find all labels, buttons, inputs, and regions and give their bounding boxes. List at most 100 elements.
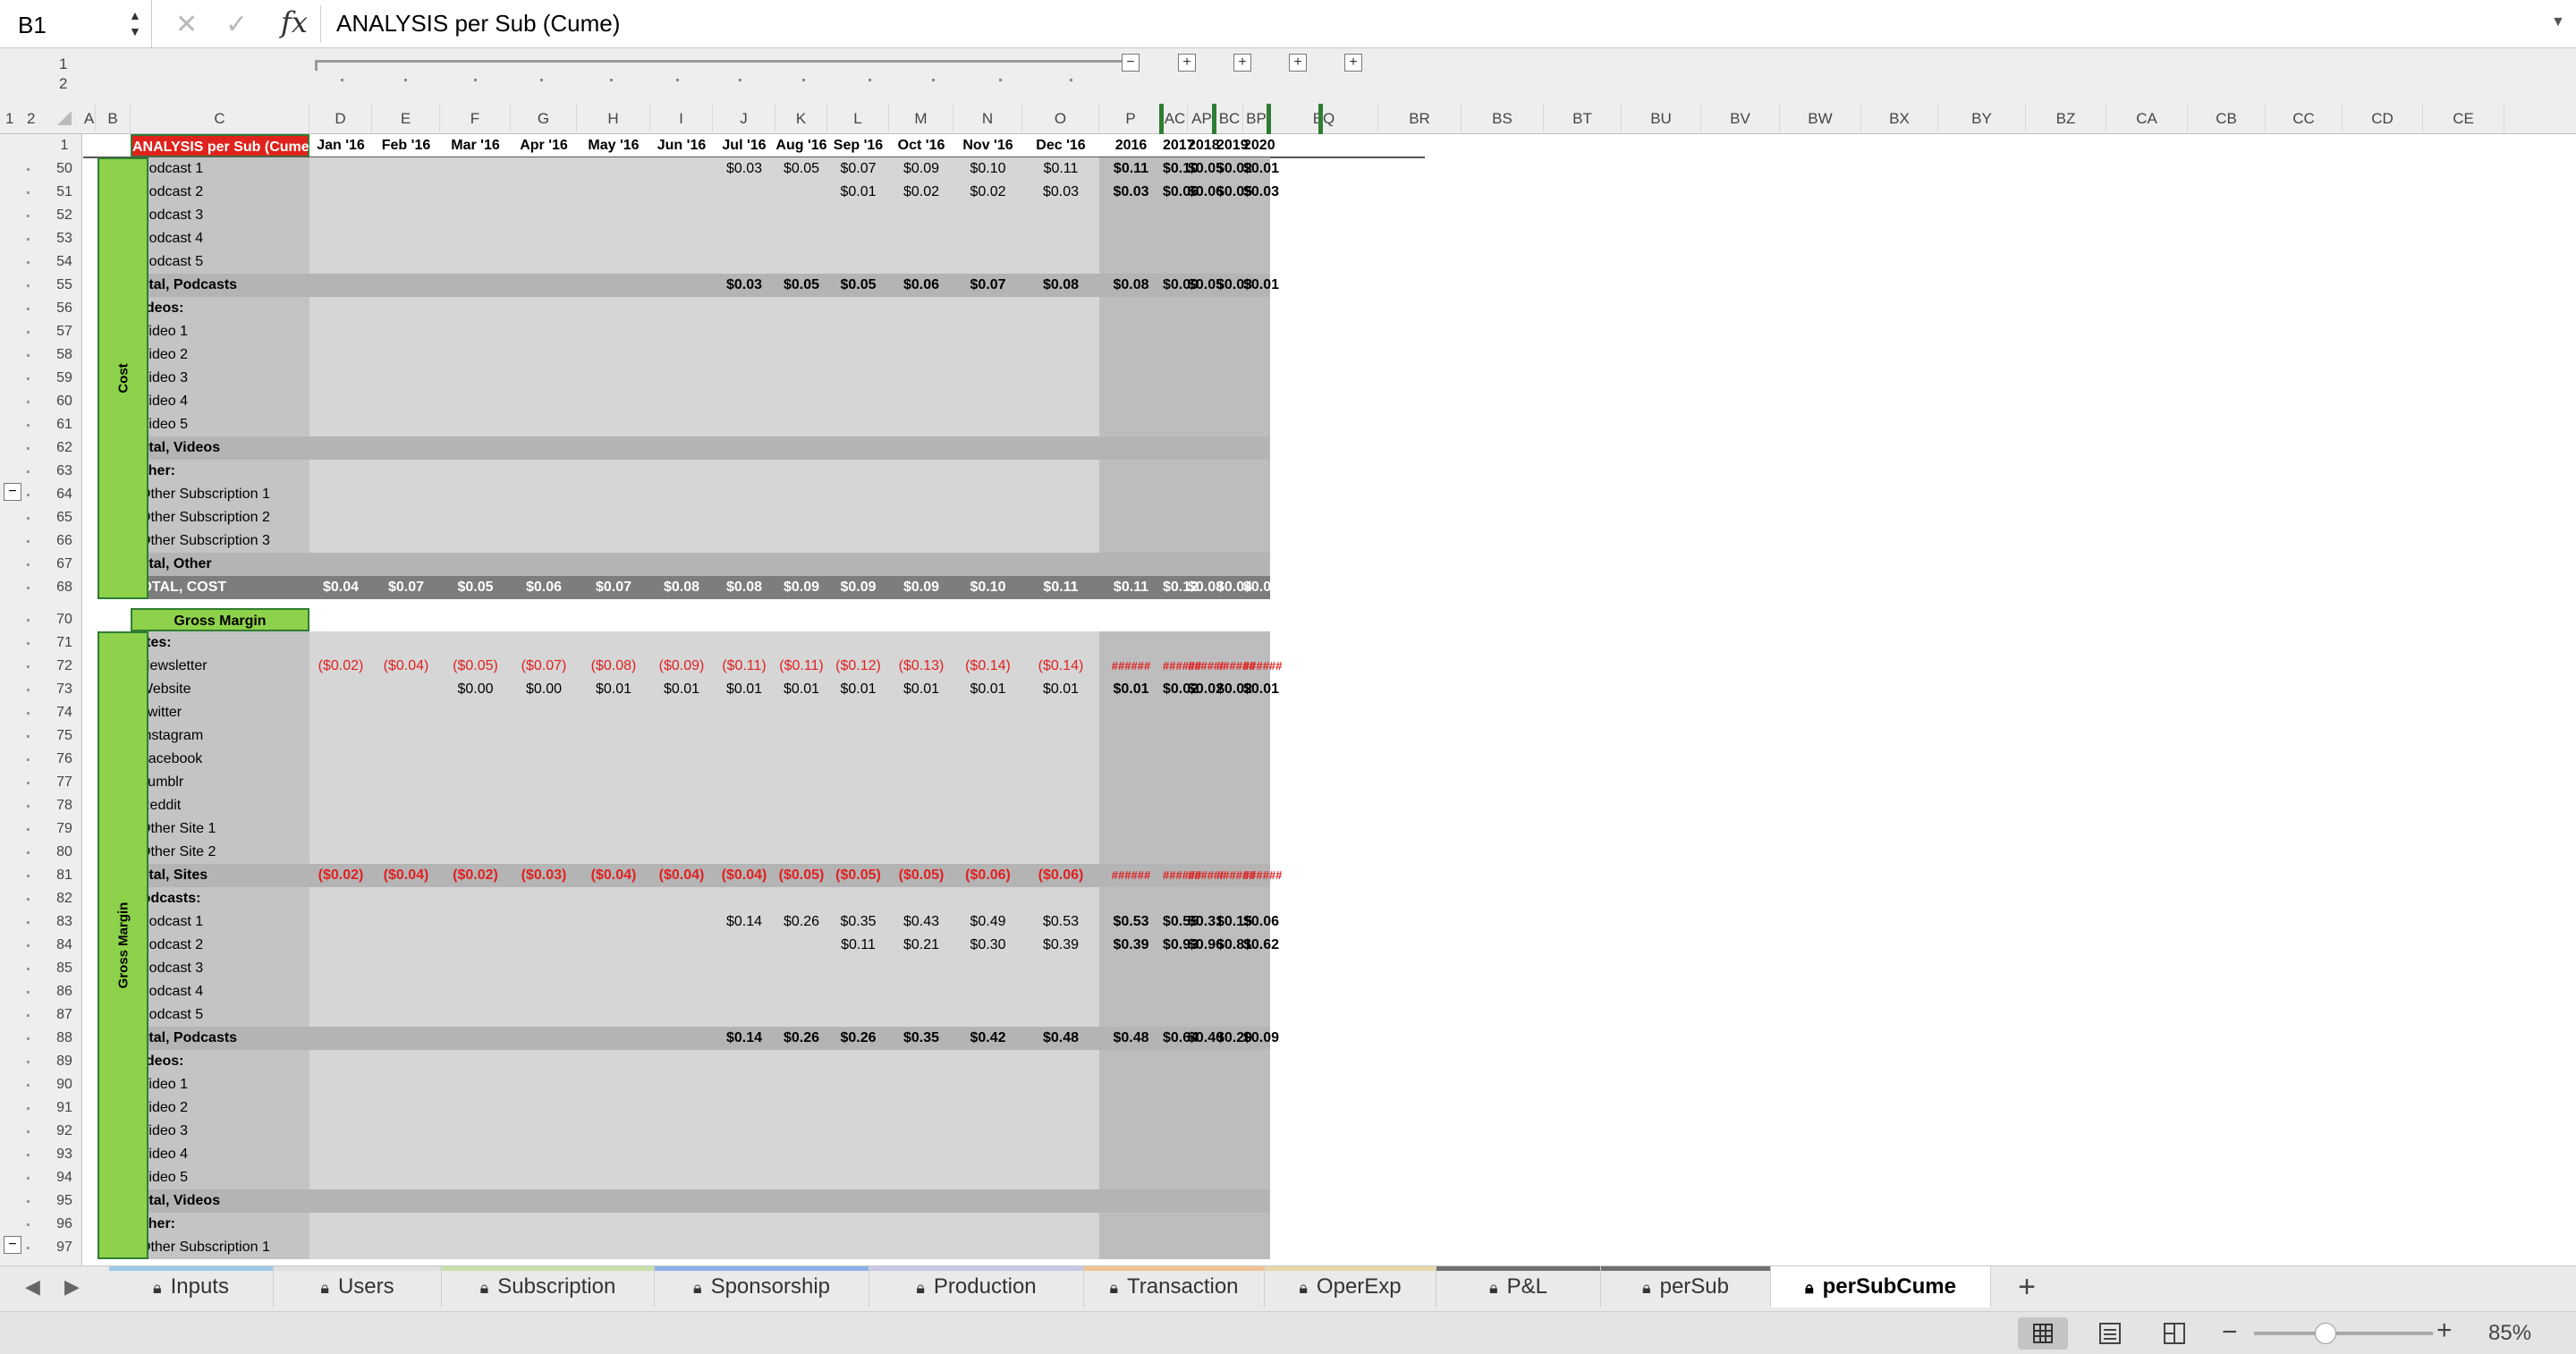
period-header[interactable]: 2017: [1163, 134, 1195, 157]
col-header-bc[interactable]: BC: [1216, 104, 1243, 134]
data-cell[interactable]: $0.07: [372, 576, 440, 599]
period-header[interactable]: Jun '16: [650, 134, 713, 157]
row-number[interactable]: 64: [47, 483, 82, 506]
row-label[interactable]: Podcast 1: [140, 157, 203, 181]
row-number[interactable]: 81: [47, 864, 82, 887]
period-header[interactable]: 2019: [1216, 134, 1249, 157]
row-number[interactable]: 58: [47, 343, 82, 367]
data-cell[interactable]: ($0.04): [577, 864, 650, 887]
row-number[interactable]: 52: [47, 204, 82, 227]
data-cell[interactable]: $0.39: [1099, 934, 1163, 957]
row-number[interactable]: 87: [47, 1003, 82, 1027]
data-cell[interactable]: $0.03: [1243, 181, 1279, 204]
row-label[interactable]: Other Subscription 1: [140, 1236, 270, 1259]
data-cell[interactable]: $0.01: [889, 678, 953, 701]
data-cell[interactable]: $0.15: [1216, 910, 1252, 934]
confirm-icon[interactable]: ✓: [225, 9, 248, 40]
period-header[interactable]: Oct '16: [889, 134, 953, 157]
data-cell[interactable]: ($0.08): [577, 655, 650, 678]
select-all-corner[interactable]: [57, 111, 72, 125]
row-number[interactable]: 95: [47, 1189, 82, 1213]
row-number[interactable]: 73: [47, 678, 82, 701]
zoom-in-icon[interactable]: +: [2436, 1316, 2453, 1346]
data-cell[interactable]: $0.05: [440, 576, 511, 599]
period-header[interactable]: 2018: [1188, 134, 1220, 157]
row-outline-level-2[interactable]: 2: [27, 104, 35, 134]
data-cell[interactable]: $0.01: [1243, 678, 1279, 701]
data-cell[interactable]: $0.06: [889, 274, 953, 297]
data-cell[interactable]: $0.09: [889, 157, 953, 181]
tab-inputs[interactable]: 🔒︎ Inputs: [109, 1266, 274, 1307]
col-header-bq[interactable]: BQ: [1270, 104, 1378, 134]
data-cell[interactable]: $0.10: [1163, 157, 1199, 181]
cancel-icon[interactable]: ✕: [175, 9, 198, 40]
data-cell[interactable]: ($0.02): [309, 655, 372, 678]
data-cell[interactable]: ######: [1243, 864, 1282, 887]
data-cell[interactable]: $0.05: [775, 274, 827, 297]
data-cell[interactable]: $0.02: [1216, 157, 1252, 181]
row-number[interactable]: 61: [47, 413, 82, 436]
data-cell[interactable]: $0.03: [713, 157, 775, 181]
data-cell[interactable]: $0.26: [827, 1027, 889, 1050]
data-cell[interactable]: $0.30: [953, 934, 1022, 957]
data-cell[interactable]: ######: [1099, 655, 1163, 678]
data-cell[interactable]: $0.11: [1099, 576, 1163, 599]
data-cell[interactable]: ($0.05): [827, 864, 889, 887]
row-number[interactable]: 89: [47, 1050, 82, 1073]
data-cell[interactable]: $0.05: [827, 274, 889, 297]
row-label[interactable]: Facebook: [140, 748, 202, 771]
row-number[interactable]: 85: [47, 957, 82, 980]
name-box-stepper-icon[interactable]: ▲ ▼: [129, 7, 141, 39]
data-cell[interactable]: ######: [1163, 655, 1201, 678]
col-header-l[interactable]: L: [827, 104, 889, 134]
col-header-m[interactable]: M: [889, 104, 953, 134]
col-header-i[interactable]: I: [650, 104, 713, 134]
data-cell[interactable]: $0.07: [953, 274, 1022, 297]
formula-input[interactable]: ANALYSIS per Sub (Cume): [336, 10, 620, 38]
row-number[interactable]: 86: [47, 980, 82, 1003]
col-header-by[interactable]: BY: [1938, 104, 2026, 134]
col-header-bv[interactable]: BV: [1701, 104, 1780, 134]
row-number[interactable]: 76: [47, 748, 82, 771]
col-header-cb[interactable]: CB: [2188, 104, 2266, 134]
row-number[interactable]: 56: [47, 297, 82, 320]
row-number[interactable]: 91: [47, 1096, 82, 1120]
row-label[interactable]: Podcast 2: [140, 934, 203, 957]
row-number[interactable]: 55: [47, 274, 82, 297]
data-cell[interactable]: $0.02: [1163, 678, 1199, 701]
data-cell[interactable]: $0.01: [827, 678, 889, 701]
row-number[interactable]: 88: [47, 1027, 82, 1050]
tab-production[interactable]: 🔒︎ Production: [869, 1266, 1084, 1307]
data-cell[interactable]: ######: [1188, 655, 1226, 678]
col-header-bx[interactable]: BX: [1861, 104, 1938, 134]
data-cell[interactable]: ($0.05): [775, 864, 827, 887]
data-cell[interactable]: $0.01: [1022, 678, 1099, 701]
expand-formula-icon[interactable]: ▼: [2551, 14, 2565, 30]
data-cell[interactable]: $0.02: [1188, 678, 1224, 701]
data-cell[interactable]: $0.08: [713, 576, 775, 599]
zoom-level[interactable]: 85%: [2488, 1321, 2531, 1346]
expand-group-button[interactable]: +: [1178, 54, 1196, 72]
row-number[interactable]: 78: [47, 794, 82, 817]
data-cell[interactable]: ######: [1243, 655, 1282, 678]
data-cell[interactable]: $0.01: [1099, 678, 1163, 701]
row-number[interactable]: 80: [47, 841, 82, 864]
data-cell[interactable]: $0.01: [1243, 157, 1279, 181]
period-header[interactable]: Feb '16: [372, 134, 440, 157]
add-sheet-button[interactable]: +: [2009, 1270, 2045, 1304]
data-cell[interactable]: $0.48: [1022, 1027, 1099, 1050]
row-number[interactable]: 94: [47, 1166, 82, 1189]
data-cell[interactable]: $0.48: [1099, 1027, 1163, 1050]
data-cell[interactable]: $0.35: [889, 1027, 953, 1050]
period-header[interactable]: May '16: [577, 134, 650, 157]
row-number[interactable]: 90: [47, 1073, 82, 1096]
row-label[interactable]: Newsletter: [140, 655, 208, 678]
col-header-bs[interactable]: BS: [1462, 104, 1544, 134]
tab-pl[interactable]: 🔒︎ P&L: [1436, 1266, 1601, 1307]
data-cell[interactable]: ######: [1163, 864, 1201, 887]
row-number[interactable]: 92: [47, 1120, 82, 1143]
zoom-slider[interactable]: [2254, 1332, 2433, 1335]
col-header-j[interactable]: J: [713, 104, 775, 134]
data-cell[interactable]: ($0.04): [650, 864, 713, 887]
data-cell[interactable]: $0.01: [953, 678, 1022, 701]
